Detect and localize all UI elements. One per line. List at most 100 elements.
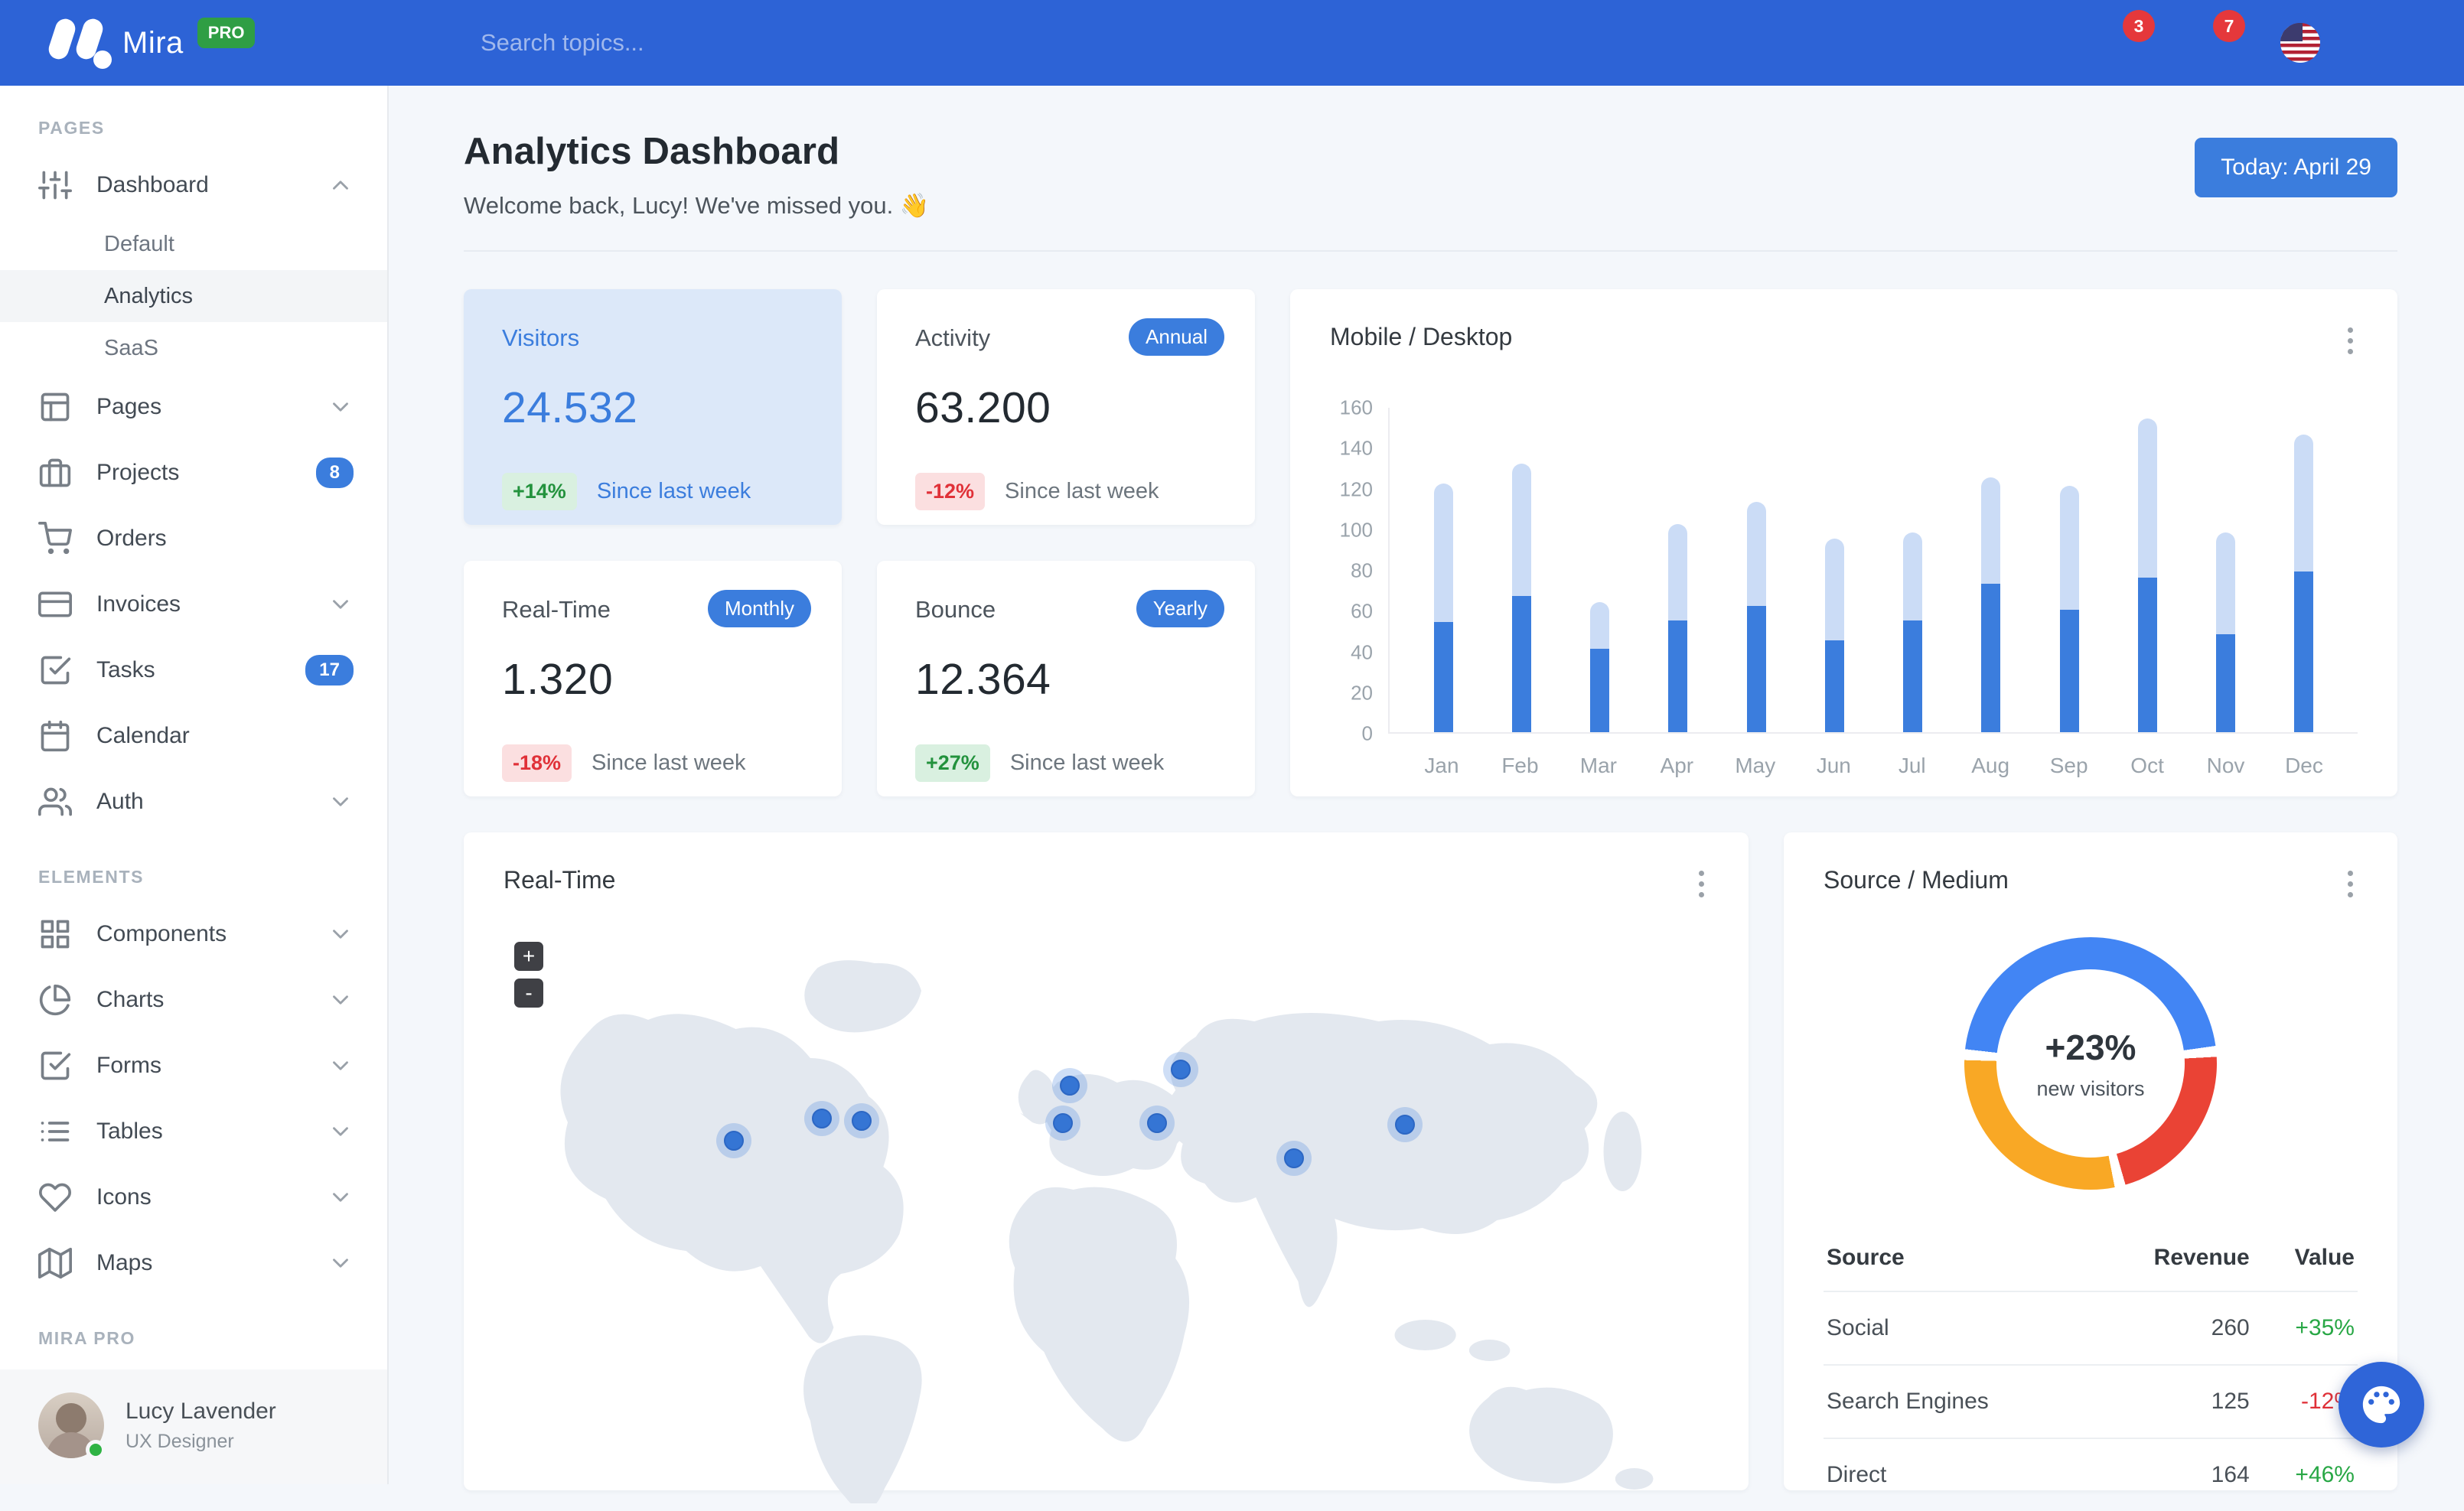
y-tick-label: 80 <box>1351 559 1373 583</box>
stat-caption: Since last week <box>592 751 746 776</box>
map-marker[interactable] <box>1139 1106 1175 1141</box>
bar-jun[interactable] <box>1802 408 1866 732</box>
pie-chart-icon <box>38 983 72 1017</box>
page-title: Analytics Dashboard <box>464 130 929 173</box>
sidebar-item-forms[interactable]: Forms <box>0 1033 387 1099</box>
sidebar-user[interactable]: Lucy Lavender UX Designer <box>0 1369 387 1484</box>
chevron-down-icon <box>328 1184 354 1210</box>
bar-segment-desktop <box>1903 532 1922 620</box>
layout-icon <box>38 390 72 424</box>
heart-icon <box>38 1180 72 1214</box>
map-marker[interactable] <box>1163 1052 1198 1087</box>
cart-icon <box>38 522 72 555</box>
bar-aug[interactable] <box>1959 408 2023 732</box>
panel-menu-icon[interactable] <box>2343 866 2358 902</box>
chevron-down-icon <box>328 591 354 617</box>
world-map[interactable]: + - <box>504 922 1709 1457</box>
sidebar-item-icons[interactable]: Icons <box>0 1164 387 1230</box>
sidebar-item-maps[interactable]: Maps <box>0 1230 387 1296</box>
refresh-icon[interactable] <box>2066 151 2097 185</box>
bar-mar[interactable] <box>1568 408 1632 732</box>
filter-icon[interactable] <box>2130 151 2161 185</box>
map-zoom-in-button[interactable]: + <box>514 942 543 971</box>
brand[interactable]: Mira PRO <box>0 15 389 70</box>
sidebar-section-label: PAGES <box>0 86 387 152</box>
stat-period-badge[interactable]: Yearly <box>1136 590 1224 627</box>
sidebar-item-label: Forms <box>96 1053 328 1079</box>
cell-value: +35% <box>2253 1291 2358 1365</box>
welcome-message: Welcome back, Lucy! We've missed you. 👋 <box>464 191 929 220</box>
bar-nov[interactable] <box>2194 408 2258 732</box>
sidebar-subitem-saas[interactable]: SaaS <box>0 322 387 374</box>
map-marker[interactable] <box>844 1103 879 1138</box>
source-medium-panel: Source / Medium +23% new visitors Source… <box>1784 832 2397 1490</box>
cell-revenue: 164 <box>2091 1438 2252 1511</box>
sidebar-item-components[interactable]: Components <box>0 901 387 967</box>
map-marker[interactable] <box>1052 1068 1087 1103</box>
bar-segment-mobile <box>1981 584 2000 732</box>
header-divider <box>464 250 2397 252</box>
map-marker[interactable] <box>716 1123 751 1158</box>
users-icon <box>38 785 72 819</box>
bar-dec[interactable] <box>2272 408 2336 732</box>
search-icon[interactable] <box>425 24 461 63</box>
sidebar-item-invoices[interactable]: Invoices <box>0 572 387 637</box>
chevron-down-icon <box>328 1119 354 1145</box>
map-title: Real-Time <box>504 866 615 894</box>
notifications-button[interactable]: 7 <box>2190 25 2225 60</box>
language-flag-us[interactable] <box>2280 23 2320 63</box>
bar-may[interactable] <box>1724 408 1788 732</box>
bar-jul[interactable] <box>1881 408 1945 732</box>
main-content: Analytics Dashboard Welcome back, Lucy! … <box>389 86 2464 1484</box>
sidebar-item-tasks[interactable]: Tasks17 <box>0 637 387 703</box>
sidebar-subitem-label: Analytics <box>104 284 193 309</box>
bar-oct[interactable] <box>2115 408 2179 732</box>
map-marker[interactable] <box>804 1101 839 1136</box>
panel-menu-icon[interactable] <box>1694 866 1709 902</box>
stat-delta-badge: -12% <box>915 473 985 510</box>
bar-segment-desktop <box>1825 539 1844 640</box>
map-marker[interactable] <box>1276 1141 1312 1176</box>
user-name: Lucy Lavender <box>125 1399 276 1425</box>
x-tick-label: Jan <box>1410 754 1474 778</box>
sidebar-item-calendar[interactable]: Calendar <box>0 703 387 769</box>
bar-segment-mobile <box>1512 596 1531 732</box>
bar-chart: 020406080100120140160 <box>1330 408 2358 734</box>
x-tick-label: Aug <box>1958 754 2022 778</box>
messages-button[interactable]: 3 <box>2100 25 2135 60</box>
panel-menu-icon[interactable] <box>2343 323 2358 359</box>
bar-jan[interactable] <box>1411 408 1475 732</box>
sidebar-item-projects[interactable]: Projects8 <box>0 440 387 506</box>
bar-sep[interactable] <box>2037 408 2101 732</box>
sidebar-item-charts[interactable]: Charts <box>0 967 387 1033</box>
sidebar-item-orders[interactable]: Orders <box>0 506 387 572</box>
sidebar-subitem-analytics[interactable]: Analytics <box>0 270 387 322</box>
stat-period-badge[interactable]: Monthly <box>708 590 811 627</box>
theme-settings-button[interactable] <box>2339 1362 2424 1447</box>
sidebar-item-pages[interactable]: Pages <box>0 374 387 440</box>
map-marker[interactable] <box>1387 1107 1423 1142</box>
bar-apr[interactable] <box>1646 408 1710 732</box>
sidebar-item-label: Orders <box>96 526 354 552</box>
sidebar-item-tables[interactable]: Tables <box>0 1099 387 1164</box>
y-tick-label: 120 <box>1340 477 1373 501</box>
x-axis: JanFebMarAprMayJunJulAugSepOctNovDec <box>1388 754 2358 778</box>
list-icon <box>38 1115 72 1148</box>
sidebar-item-auth[interactable]: Auth <box>0 769 387 835</box>
donut-center-label: new visitors <box>2036 1077 2144 1101</box>
map-marker[interactable] <box>1045 1106 1080 1141</box>
sidebar-item-dashboard[interactable]: Dashboard <box>0 152 387 218</box>
y-tick-label: 100 <box>1340 518 1373 542</box>
stat-period-badge[interactable]: Annual <box>1129 318 1224 356</box>
bar-feb[interactable] <box>1489 408 1553 732</box>
search-input[interactable] <box>481 29 940 57</box>
y-tick-label: 40 <box>1351 640 1373 664</box>
sidebar-subitem-label: SaaS <box>104 336 158 361</box>
sidebar-section-label: MIRA PRO <box>0 1296 387 1363</box>
map-zoom-out-button[interactable]: - <box>514 979 543 1008</box>
sidebar-subitem-default[interactable]: Default <box>0 218 387 270</box>
date-range-button[interactable]: Today: April 29 <box>2195 138 2397 197</box>
y-tick-label: 160 <box>1340 396 1373 420</box>
sign-out-button[interactable] <box>2375 25 2410 60</box>
cell-source: Search Engines <box>1824 1365 2091 1438</box>
